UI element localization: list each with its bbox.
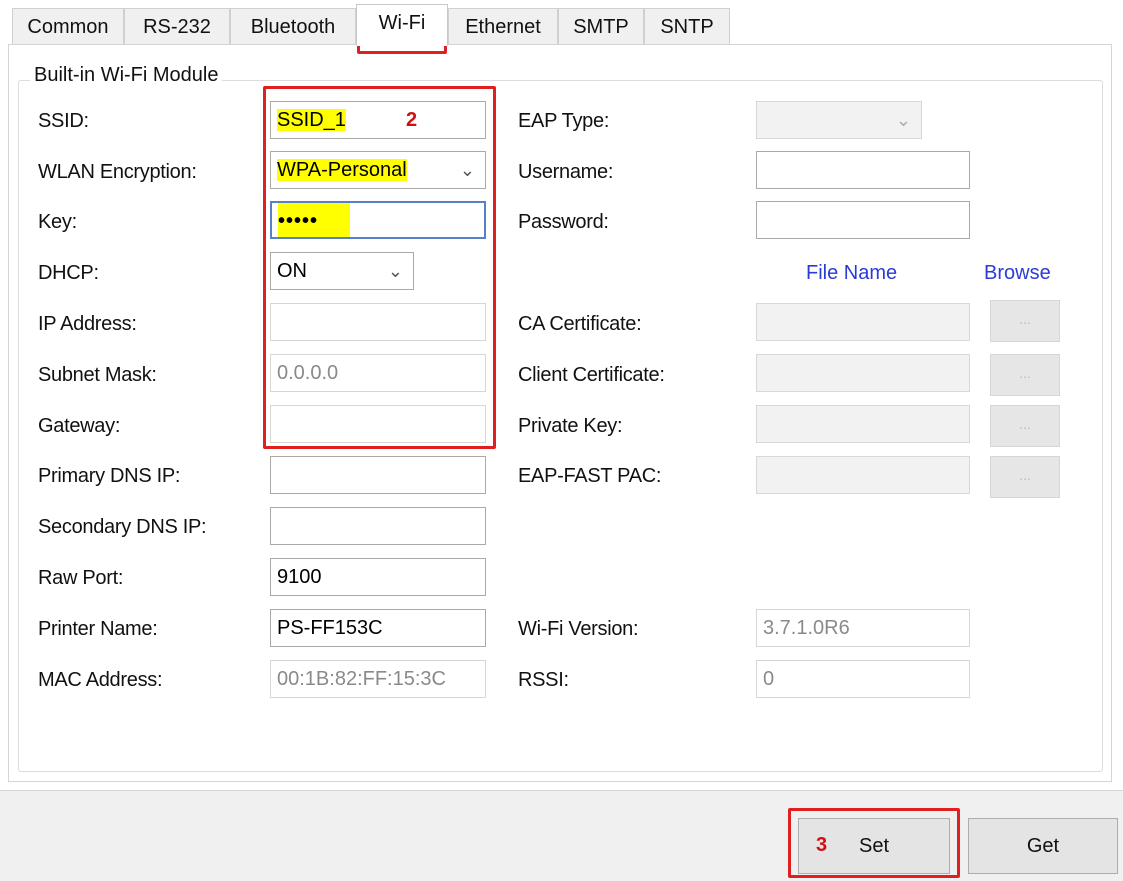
client-certificate-file-input[interactable] bbox=[756, 354, 970, 392]
chevron-down-icon: ⌄ bbox=[895, 110, 911, 130]
private-key-file-input[interactable] bbox=[756, 405, 970, 443]
client-certificate-browse-button[interactable]: ... bbox=[990, 354, 1060, 396]
eap-type-select[interactable]: ⌄ bbox=[756, 101, 922, 139]
ca-certificate-file-input[interactable] bbox=[756, 303, 970, 341]
wlan-encryption-label: WLAN Encryption: bbox=[38, 161, 197, 183]
printer-name-input[interactable]: PS-FF153C bbox=[270, 609, 486, 647]
get-button[interactable]: Get bbox=[968, 818, 1118, 874]
annotation-number-2: 2 bbox=[406, 109, 418, 131]
wifi-version-label: Wi-Fi Version: bbox=[518, 618, 639, 640]
eap-fast-pac-browse-button[interactable]: ... bbox=[990, 456, 1060, 498]
dhcp-label: DHCP: bbox=[38, 262, 99, 284]
ca-certificate-label: CA Certificate: bbox=[518, 313, 642, 335]
gateway-label: Gateway: bbox=[38, 415, 121, 437]
password-input[interactable] bbox=[756, 201, 970, 239]
wifi-version-input[interactable]: 3.7.1.0R6 bbox=[756, 609, 970, 647]
mac-address-label: MAC Address: bbox=[38, 669, 163, 691]
subnet-mask-label: Subnet Mask: bbox=[38, 364, 157, 386]
password-label: Password: bbox=[518, 211, 609, 233]
rssi-label: RSSI: bbox=[518, 669, 569, 691]
username-input[interactable] bbox=[756, 151, 970, 189]
rssi-input[interactable]: 0 bbox=[756, 660, 970, 698]
ip-address-label: IP Address: bbox=[38, 313, 137, 335]
private-key-browse-button[interactable]: ... bbox=[990, 405, 1060, 447]
ssid-label: SSID: bbox=[38, 110, 89, 132]
secondary-dns-input[interactable] bbox=[270, 507, 486, 545]
tab-common[interactable]: Common bbox=[12, 8, 124, 44]
browse-header: Browse bbox=[984, 262, 1051, 284]
raw-port-label: Raw Port: bbox=[38, 567, 124, 589]
tab-smtp[interactable]: SMTP bbox=[558, 8, 644, 44]
tab-wifi[interactable]: Wi-Fi bbox=[356, 4, 448, 46]
printer-name-label: Printer Name: bbox=[38, 618, 158, 640]
private-key-label: Private Key: bbox=[518, 415, 623, 437]
username-label: Username: bbox=[518, 161, 614, 183]
ca-certificate-browse-button[interactable]: ... bbox=[990, 300, 1060, 342]
file-name-header: File Name bbox=[806, 262, 898, 284]
secondary-dns-label: Secondary DNS IP: bbox=[38, 516, 207, 538]
tab-bluetooth[interactable]: Bluetooth bbox=[230, 8, 356, 44]
mac-address-input[interactable]: 00:1B:82:FF:15:3C bbox=[270, 660, 486, 698]
annotation-box-fields bbox=[263, 86, 496, 449]
tab-rs232[interactable]: RS-232 bbox=[124, 8, 230, 44]
eap-fast-pac-label: EAP-FAST PAC: bbox=[518, 465, 662, 487]
annotation-box-set bbox=[788, 808, 960, 878]
eap-fast-pac-file-input[interactable] bbox=[756, 456, 970, 494]
eap-type-label: EAP Type: bbox=[518, 110, 610, 132]
group-title: Built-in Wi-Fi Module bbox=[30, 64, 223, 87]
client-certificate-label: Client Certificate: bbox=[518, 364, 665, 386]
primary-dns-input[interactable] bbox=[270, 456, 486, 494]
tab-ethernet[interactable]: Ethernet bbox=[448, 8, 558, 44]
raw-port-input[interactable]: 9100 bbox=[270, 558, 486, 596]
primary-dns-label: Primary DNS IP: bbox=[38, 465, 181, 487]
annotation-number-3: 3 bbox=[816, 834, 828, 856]
tab-sntp[interactable]: SNTP bbox=[644, 8, 730, 44]
key-label: Key: bbox=[38, 211, 77, 233]
